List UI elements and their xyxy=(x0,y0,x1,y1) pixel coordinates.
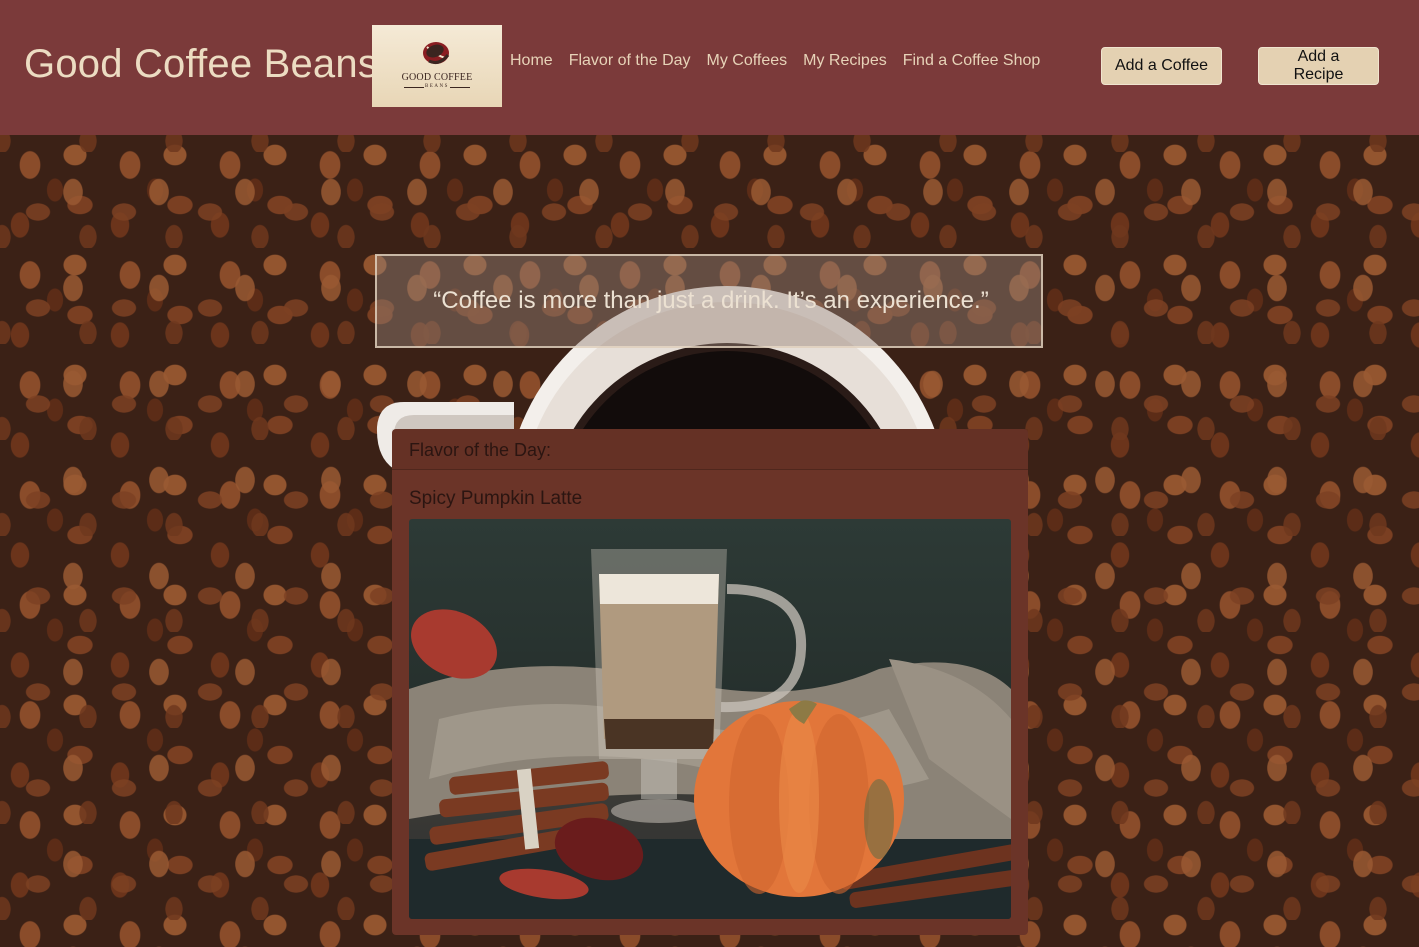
main-nav: Home Flavor of the Day My Coffees My Rec… xyxy=(510,52,1040,70)
pumpkin-latte-image xyxy=(409,519,1011,919)
flavor-title: Spicy Pumpkin Latte xyxy=(409,488,583,509)
brand-title[interactable]: Good Coffee Beans xyxy=(24,42,378,87)
nav-home[interactable]: Home xyxy=(510,52,553,70)
coffee-bean-icon xyxy=(423,42,450,64)
add-recipe-button[interactable]: Add a Recipe xyxy=(1258,47,1379,85)
logo-title: GOOD COFFEE xyxy=(401,72,473,83)
flavor-of-the-day-card: Flavor of the Day: Spicy Pumpkin Latte xyxy=(392,429,1028,935)
hero-coffee-beans-background: “Coffee is more than just a drink. It’s … xyxy=(0,135,1419,947)
quote-banner: “Coffee is more than just a drink. It’s … xyxy=(375,254,1043,348)
add-coffee-button[interactable]: Add a Coffee xyxy=(1101,47,1222,85)
nav-my-coffees[interactable]: My Coffees xyxy=(707,52,788,70)
nav-flavor-of-the-day[interactable]: Flavor of the Day xyxy=(569,52,691,70)
quote-text: “Coffee is more than just a drink. It’s … xyxy=(433,287,989,314)
nav-my-recipes[interactable]: My Recipes xyxy=(803,52,887,70)
logo-divider xyxy=(450,87,470,88)
logo[interactable]: GOOD COFFEE BEANS xyxy=(372,25,502,107)
card-header: Flavor of the Day: xyxy=(392,429,1028,470)
latte-photo xyxy=(409,549,1011,919)
nav-find-coffee-shop[interactable]: Find a Coffee Shop xyxy=(903,52,1041,70)
card-header-title: Flavor of the Day: xyxy=(409,440,552,460)
logo-subtitle: BEANS xyxy=(425,84,449,89)
navbar: Good Coffee Beans GOOD COFFEE BEANS Home… xyxy=(0,0,1419,135)
